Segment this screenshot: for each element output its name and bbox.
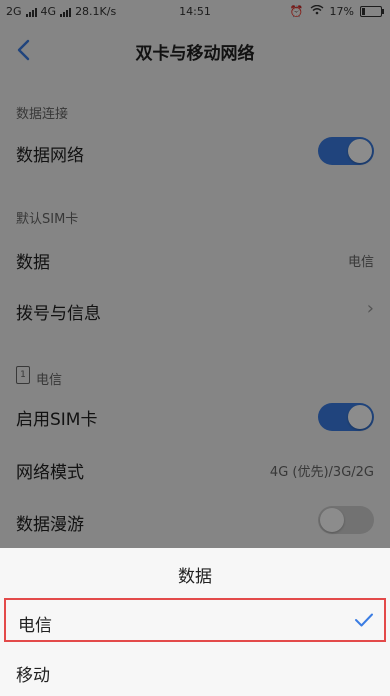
option-mobile[interactable]: 移动 xyxy=(4,650,386,694)
checkmark-icon xyxy=(355,613,373,627)
sheet-title: 数据 xyxy=(178,567,212,587)
option-telecom[interactable]: 电信 xyxy=(4,598,386,642)
bottom-sheet: 数据 电信 移动 xyxy=(0,548,390,696)
modal-overlay[interactable] xyxy=(0,0,390,548)
option-label: 电信 xyxy=(18,616,52,636)
option-label: 移动 xyxy=(16,666,50,686)
